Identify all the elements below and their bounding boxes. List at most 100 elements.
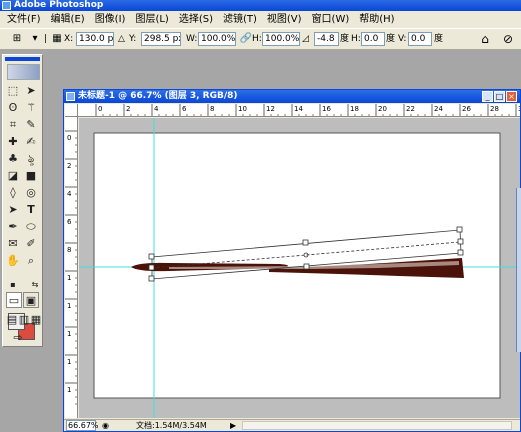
menu-window[interactable]: 窗口(W) xyxy=(307,11,355,28)
blur-icon[interactable]: ◊ xyxy=(5,185,21,201)
angle-field[interactable]: -4.8 xyxy=(314,32,339,46)
ruler-label: 1 xyxy=(67,386,71,394)
ruler-label: 24 xyxy=(434,105,443,113)
menu-layer[interactable]: 图层(L) xyxy=(130,11,173,28)
swap-colors-icon[interactable]: ⇆ xyxy=(27,277,43,293)
stamp-icon[interactable]: ♣ xyxy=(5,151,21,167)
history-brush-icon[interactable]: ৡ xyxy=(23,151,39,167)
slice-icon[interactable]: ✎ xyxy=(23,117,39,133)
ruler-label: 18 xyxy=(350,105,359,113)
lasso-icon[interactable]: ʘ xyxy=(5,100,21,116)
palette-edge[interactable] xyxy=(516,188,521,352)
ruler-label: 1 xyxy=(67,302,71,310)
options-bar: ⊞ ▾ | ▦ X: 130.0 px △ Y: 298.5 px W: 100… xyxy=(0,28,521,50)
status-bar: 66.67% ◉ 文档:1.54M/3.54M ▶ xyxy=(64,419,520,431)
gradient-icon[interactable]: ■ xyxy=(23,168,39,184)
x-field[interactable]: 130.0 px xyxy=(76,32,114,46)
zoom-icon[interactable]: ⌕ xyxy=(23,253,39,269)
pen-icon[interactable]: ✒ xyxy=(5,219,21,235)
ruler-label: 6 xyxy=(67,218,72,226)
ruler-label: 22 xyxy=(406,105,415,113)
status-icon[interactable]: ◉ xyxy=(102,420,109,431)
w-label: W: xyxy=(186,34,198,44)
canvas-image[interactable] xyxy=(79,118,520,418)
magic-wand-icon[interactable]: ⚚ xyxy=(23,100,39,116)
reference-point-icon[interactable]: ▦ xyxy=(50,32,64,46)
document-titlebar[interactable]: 未标题-1 @ 66.7% (图层 3, RGB/8) xyxy=(64,90,520,103)
ruler-label: 28 xyxy=(490,105,499,113)
menu-file[interactable]: 文件(F) xyxy=(2,11,46,28)
horizontal-scrollbar[interactable] xyxy=(242,421,512,430)
vertical-ruler[interactable]: 0 2 4 6 8 1 1 1 1 1 xyxy=(65,117,78,418)
hskew-field[interactable]: 0.0 xyxy=(361,32,385,46)
healing-icon[interactable]: ✚ xyxy=(5,134,21,150)
link-icon[interactable]: 🔗 xyxy=(239,32,253,46)
jump-to-imageready-icon[interactable]: ⇨ xyxy=(10,330,26,346)
app-titlebar: Adobe Photoshop xyxy=(0,0,521,11)
ruler-label: 10 xyxy=(238,105,247,113)
warp-icon[interactable]: ⌂ xyxy=(478,32,492,46)
ruler-label: 16 xyxy=(322,105,331,113)
ruler-label: 1 xyxy=(67,330,71,338)
vskew-unit: 度 xyxy=(434,34,444,44)
move-icon[interactable]: ➤ xyxy=(23,83,39,99)
relative-position-icon[interactable]: △ xyxy=(118,32,125,46)
handle-bm xyxy=(303,263,310,270)
ruler-corner[interactable] xyxy=(65,104,78,117)
path-select-icon[interactable]: ➤ xyxy=(5,202,21,218)
toolbox-grip[interactable] xyxy=(5,57,40,61)
h-label: H: xyxy=(252,34,262,44)
close-button[interactable]: × xyxy=(506,91,517,102)
maximize-button[interactable]: □ xyxy=(494,91,505,102)
angle-unit: 度 xyxy=(340,34,350,44)
vskew-label: V: xyxy=(398,34,407,44)
menu-filter[interactable]: 滤镜(T) xyxy=(218,11,262,28)
hskew-label: H: xyxy=(351,34,361,44)
document-window: 未标题-1 @ 66.7% (图层 3, RGB/8) _ □ × 024681… xyxy=(63,89,521,432)
dodge-icon[interactable]: ◎ xyxy=(23,185,39,201)
shape-icon[interactable]: ⬭ xyxy=(23,219,39,235)
menu-help[interactable]: 帮助(H) xyxy=(354,11,399,28)
standard-mode-icon[interactable]: ▭ xyxy=(6,292,22,308)
menu-select[interactable]: 选择(S) xyxy=(174,11,218,28)
height-field[interactable]: 100.0% xyxy=(262,32,300,46)
menu-edit[interactable]: 编辑(E) xyxy=(46,11,90,28)
ruler-label: 8 xyxy=(210,105,214,113)
notes-icon[interactable]: ✉ xyxy=(5,236,21,252)
rotate-icon: ◿ xyxy=(302,34,309,44)
handle-bl xyxy=(148,275,155,282)
crop-icon[interactable]: ⌗ xyxy=(5,117,21,133)
ruler-label: 1 xyxy=(67,274,71,282)
vskew-field[interactable]: 0.0 xyxy=(408,32,432,46)
document-icon xyxy=(66,92,75,101)
handle-tr xyxy=(456,226,463,233)
y-field[interactable]: 298.5 px xyxy=(141,32,181,46)
transform-reference-icon[interactable]: ⊞ xyxy=(10,32,24,46)
cancel-transform-icon[interactable]: ⊘ xyxy=(501,32,515,46)
eyedropper-icon[interactable]: ✐ xyxy=(23,236,39,252)
status-menu-arrow-icon[interactable]: ▶ xyxy=(230,420,236,431)
quickmask-mode-icon[interactable]: ▣ xyxy=(23,292,39,308)
ruler-label: 26 xyxy=(462,105,471,113)
default-colors-icon[interactable]: ▪ xyxy=(5,277,21,293)
screen-mode-full-icon[interactable]: ▦ xyxy=(28,312,44,328)
marquee-icon[interactable]: ⬚ xyxy=(5,83,21,99)
menu-view[interactable]: 视图(V) xyxy=(262,11,307,28)
handle-tm xyxy=(302,239,309,246)
menu-image[interactable]: 图像(I) xyxy=(90,11,131,28)
brush-icon[interactable]: ✍ xyxy=(23,134,39,150)
ruler-label: 14 xyxy=(294,105,303,113)
width-field[interactable]: 100.0% xyxy=(198,32,236,46)
hand-icon[interactable]: ✋ xyxy=(5,253,21,269)
canvas-area[interactable] xyxy=(79,118,520,418)
separator: | xyxy=(44,34,48,44)
zoom-field[interactable]: 66.67% xyxy=(66,420,99,431)
minimize-button[interactable]: _ xyxy=(482,91,493,102)
type-icon[interactable]: T xyxy=(23,202,39,218)
ruler-label: 6 xyxy=(182,105,187,113)
ruler-label: 2 xyxy=(126,105,130,113)
eraser-icon[interactable]: ◪ xyxy=(5,168,21,184)
dropdown-arrow-icon[interactable]: ▾ xyxy=(28,32,42,46)
horizontal-ruler-ticks: 024681012141618202224262830 xyxy=(95,104,520,116)
horizontal-ruler[interactable]: 024681012141618202224262830 xyxy=(78,104,520,117)
